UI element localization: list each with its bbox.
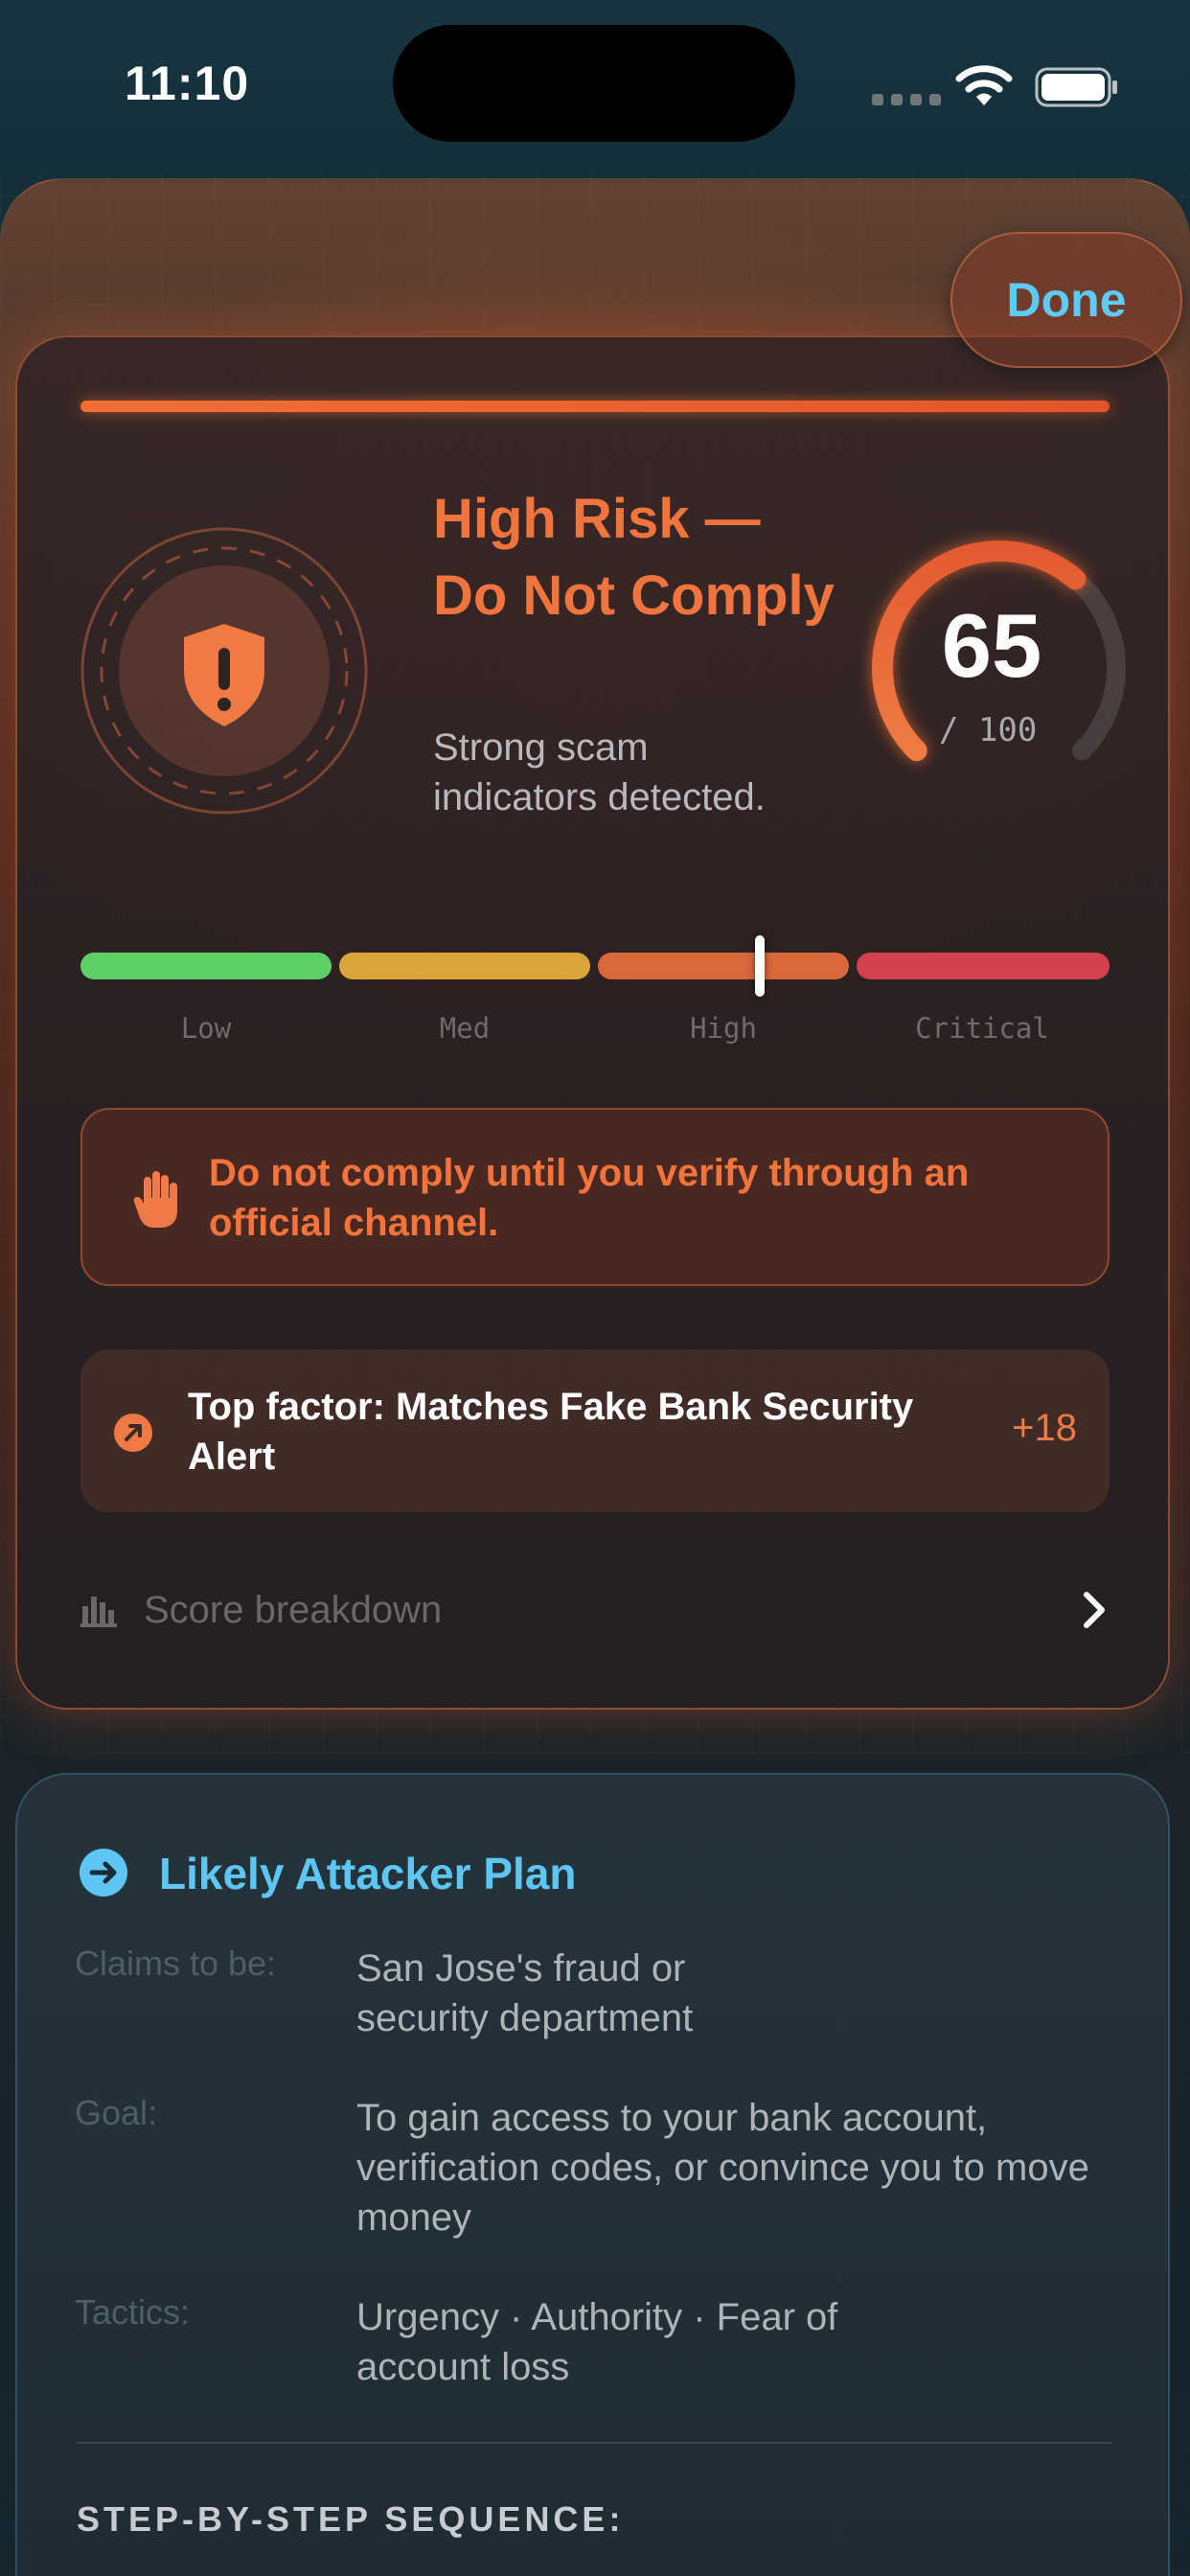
scale-label-low: Low: [180, 1012, 232, 1045]
battery-icon: [1035, 67, 1117, 107]
scale-label-high: High: [690, 1012, 757, 1045]
scale-segment-med: [339, 953, 590, 979]
plan-value: To gain access to your bank account, ver…: [356, 2097, 1089, 2239]
warning-text: Do not comply until you verify through a…: [209, 1152, 970, 1244]
top-factor-score: +18: [1012, 1407, 1077, 1449]
plan-key: Claims to be:: [75, 1944, 277, 1983]
scale-label-critical: Critical: [915, 1012, 1049, 1045]
divider: [77, 2442, 1111, 2444]
risk-title: High Risk — Do Not Comply: [433, 488, 835, 627]
dynamic-island: [393, 25, 795, 142]
score-breakdown-label: Score breakdown: [144, 1589, 443, 1631]
wifi-icon: [955, 65, 1013, 105]
scale-labels: Low Med High Critical: [80, 1012, 1110, 1050]
scale-segment-critical: [857, 953, 1110, 979]
attacker-plan-card: Likely Attacker Plan Claims to be: San J…: [15, 1773, 1170, 2576]
plan-key: Tactics:: [75, 2292, 191, 2332]
status-time: 11:10: [125, 57, 250, 110]
plan-key: Goal:: [75, 2093, 158, 2132]
scale-marker: [754, 935, 765, 997]
risk-card: High Risk — Do Not Comply Strong scam in…: [15, 335, 1170, 1710]
top-factor[interactable]: Top factor: Matches Fake Bank Security A…: [80, 1349, 1110, 1512]
bar-chart-icon: [80, 1597, 117, 1627]
risk-subtitle: Strong scam indicators detected.: [433, 726, 766, 818]
arrow-up-right-circle-icon: [114, 1414, 152, 1452]
scale-label-med: Med: [439, 1012, 491, 1045]
risk-scale: [80, 935, 1110, 997]
done-button[interactable]: Done: [950, 232, 1182, 368]
top-factor-text: Top factor: Matches Fake Bank Security A…: [188, 1386, 914, 1478]
shield-exclamation-icon: [80, 527, 368, 815]
scale-segment-low: [80, 953, 332, 979]
warning-banner: Do not comply until you verify through a…: [80, 1108, 1110, 1286]
score-value: 65: [941, 595, 1042, 696]
cellular-signal-icon: [872, 94, 941, 105]
plan-value: San Jose's fraud or security department: [356, 1947, 694, 2039]
score-max: / 100: [939, 711, 1038, 749]
attacker-plan-title: Likely Attacker Plan: [159, 1849, 577, 1898]
sequence-heading: STEP-BY-STEP SEQUENCE:: [77, 2499, 625, 2539]
raised-hand-icon: [133, 1171, 177, 1228]
risk-color-bar: [80, 401, 1110, 412]
score-breakdown-row[interactable]: Score breakdown: [80, 1583, 1110, 1641]
arrow-right-circle-icon: [80, 1849, 127, 1897]
plan-value: Urgency · Authority · Fear of account lo…: [356, 2296, 838, 2388]
scale-segment-high: [598, 953, 849, 979]
chevron-right-icon: [1084, 1592, 1105, 1628]
